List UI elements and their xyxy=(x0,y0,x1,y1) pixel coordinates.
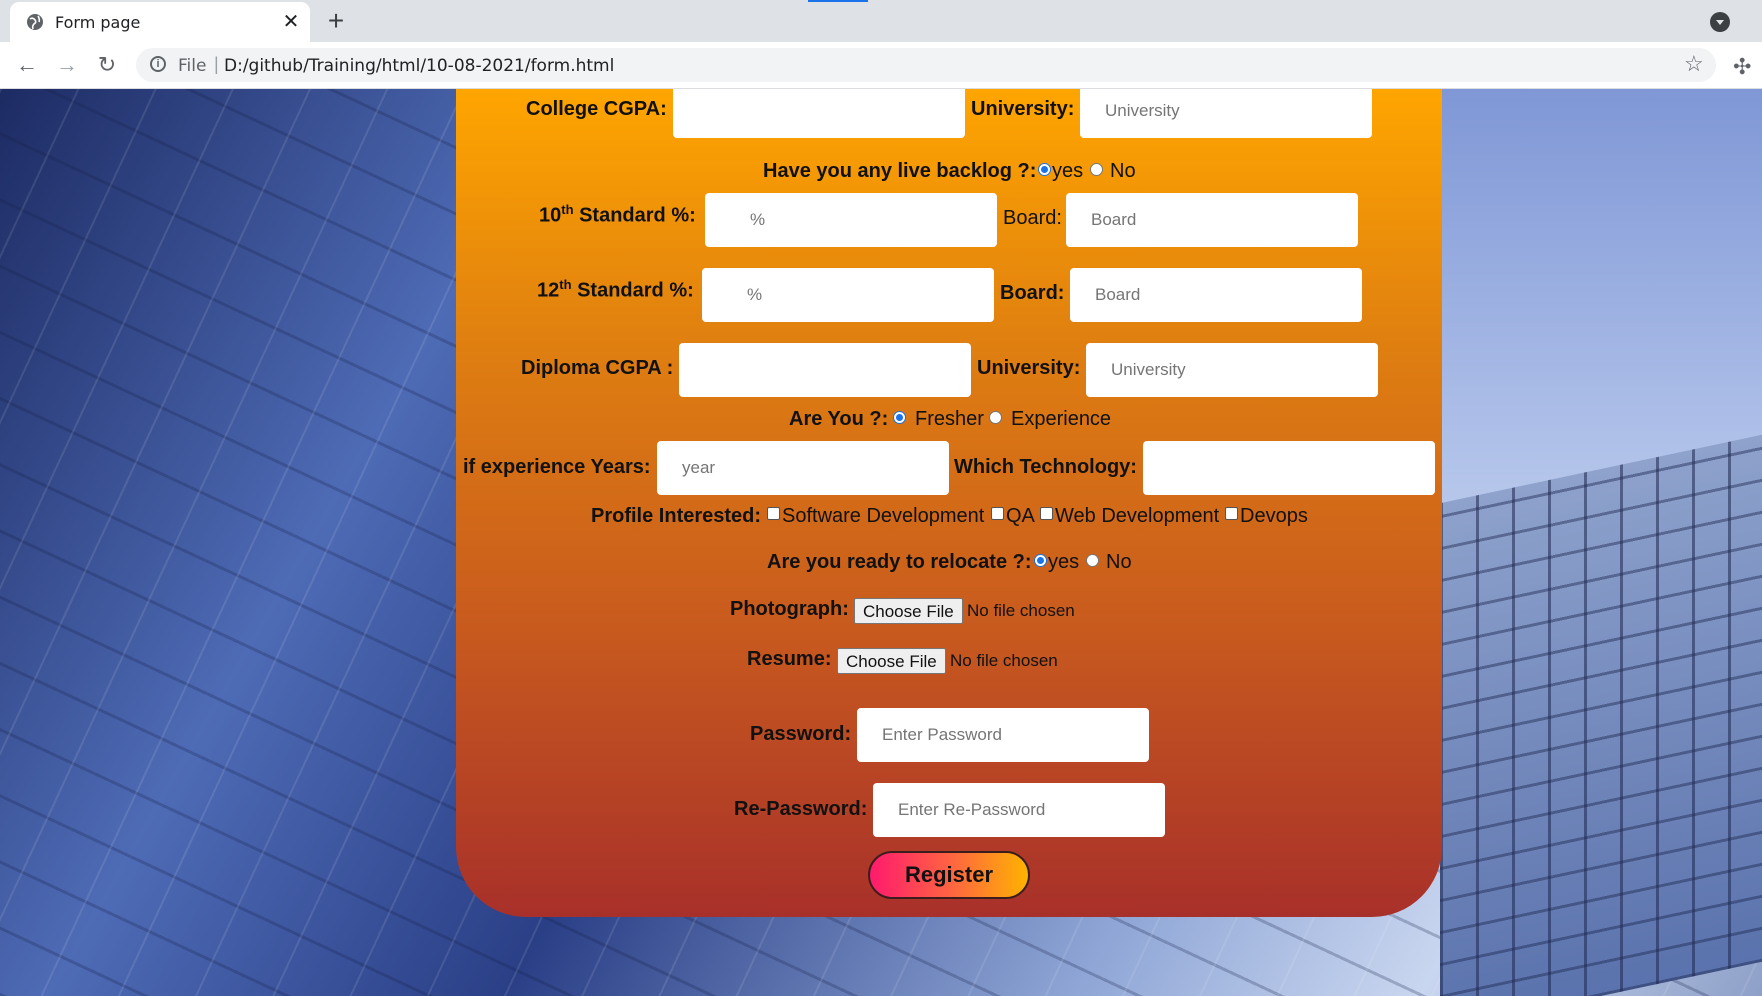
experience-years-placeholder: year xyxy=(682,458,716,477)
experience-years-input[interactable]: year xyxy=(657,441,949,495)
browser-toolbar: ← → ↻ i File | D:/github/Training/html/1… xyxy=(0,42,1762,89)
qa-label: QA xyxy=(1006,505,1035,527)
url-text[interactable]: D:/github/Training/html/10-08-2021/form.… xyxy=(224,56,614,76)
reload-icon[interactable]: ↻ xyxy=(94,52,120,78)
diploma-university-placeholder: University xyxy=(1111,360,1186,379)
college-cgpa-input[interactable] xyxy=(673,89,965,138)
photograph-file-status: No file chosen xyxy=(967,601,1075,620)
photograph-choose-file-button[interactable]: Choose File xyxy=(854,598,963,624)
tab-title: Form page xyxy=(55,13,141,32)
back-icon[interactable]: ← xyxy=(14,52,40,78)
forward-icon[interactable]: → xyxy=(54,52,80,78)
twelfth-label: 12th Standard %: xyxy=(537,277,694,302)
register-button[interactable]: Register xyxy=(868,851,1030,899)
repassword-placeholder: Enter Re-Password xyxy=(898,800,1046,819)
tenth-board-input[interactable]: Board xyxy=(1066,193,1358,247)
web-dev-label: Web Development xyxy=(1055,505,1220,527)
twelfth-board-label: Board: xyxy=(1000,282,1065,304)
resume-choose-file-button[interactable]: Choose File xyxy=(837,648,946,674)
twelfth-board-input[interactable]: Board xyxy=(1070,268,1362,322)
backlog-no-label: No xyxy=(1110,160,1136,182)
web-dev-checkbox[interactable] xyxy=(1040,507,1053,520)
backlog-yes-label: yes xyxy=(1052,160,1084,182)
globe-icon xyxy=(27,14,43,30)
password-input[interactable]: Enter Password xyxy=(857,708,1149,762)
password-placeholder: Enter Password xyxy=(882,725,1002,744)
registration-form: College CGPA: University: University Hav… xyxy=(456,89,1442,917)
devops-label: Devops xyxy=(1240,505,1308,527)
university-input[interactable]: University xyxy=(1080,89,1372,138)
url-separator: | xyxy=(214,54,219,74)
tab-strip: Form page ✕ + xyxy=(0,0,1762,42)
backlog-yes-radio[interactable] xyxy=(1038,163,1051,176)
tab-close-icon[interactable]: ✕ xyxy=(280,11,302,33)
twelfth-percent-placeholder: % xyxy=(747,285,763,304)
twelfth-percent-input[interactable]: % xyxy=(702,268,994,322)
university-placeholder: University xyxy=(1105,101,1180,120)
relocate-yes-label: yes xyxy=(1048,551,1080,573)
bookmark-star-icon[interactable]: ☆ xyxy=(1684,51,1704,77)
new-tab-icon[interactable]: + xyxy=(322,7,350,36)
extensions-icon[interactable]: ✣ xyxy=(1733,54,1751,80)
resume-file-status: No file chosen xyxy=(950,651,1058,670)
experience-radio[interactable] xyxy=(989,411,1002,424)
relocate-yes-radio[interactable] xyxy=(1034,554,1047,567)
backlog-label: Have you any live backlog ?: xyxy=(763,160,1037,182)
are-you-label: Are You ?: xyxy=(789,408,889,430)
tenth-percent-input[interactable]: % xyxy=(705,193,997,247)
qa-checkbox[interactable] xyxy=(991,507,1004,520)
tab-form-page[interactable]: Form page ✕ xyxy=(10,2,310,42)
tab-strip-indicator xyxy=(808,0,868,2)
address-bar[interactable]: i File | D:/github/Training/html/10-08-2… xyxy=(136,48,1716,82)
relocate-no-label: No xyxy=(1106,551,1132,573)
fresher-radio[interactable] xyxy=(893,411,906,424)
page-background: College CGPA: University: University Hav… xyxy=(0,89,1762,996)
resume-label: Resume: xyxy=(747,648,832,670)
repassword-label: Re-Password: xyxy=(734,798,868,820)
background-building xyxy=(1440,434,1762,996)
repassword-input[interactable]: Enter Re-Password xyxy=(873,783,1165,837)
password-label: Password: xyxy=(750,723,852,745)
profile-label: Profile Interested: xyxy=(591,505,762,527)
tenth-label: 10th Standard %: xyxy=(539,202,696,227)
twelfth-board-placeholder: Board xyxy=(1095,285,1141,304)
tab-search-icon[interactable] xyxy=(1710,12,1730,32)
devops-checkbox[interactable] xyxy=(1225,507,1238,520)
college-cgpa-label: College CGPA: xyxy=(526,98,667,120)
photograph-label: Photograph: xyxy=(730,598,849,620)
experience-years-label: if experience Years: xyxy=(463,456,651,478)
technology-label: Which Technology: xyxy=(954,456,1137,478)
diploma-cgpa-label: Diploma CGPA : xyxy=(521,357,674,379)
fresher-label: Fresher xyxy=(915,408,984,430)
tenth-percent-placeholder: % xyxy=(750,210,766,229)
relocate-label: Are you ready to relocate ?: xyxy=(767,551,1032,573)
technology-input[interactable] xyxy=(1143,441,1435,495)
software-dev-checkbox[interactable] xyxy=(767,507,780,520)
backlog-no-radio[interactable] xyxy=(1090,163,1103,176)
relocate-no-radio[interactable] xyxy=(1086,554,1099,567)
url-scheme: File xyxy=(178,56,207,76)
diploma-cgpa-input[interactable] xyxy=(679,343,971,397)
software-dev-label: Software Development xyxy=(782,505,985,527)
diploma-university-label: University: xyxy=(977,357,1081,379)
tenth-board-label: Board: xyxy=(1003,207,1062,229)
experience-label: Experience xyxy=(1011,408,1112,430)
info-icon[interactable]: i xyxy=(150,56,166,72)
diploma-university-input[interactable]: University xyxy=(1086,343,1378,397)
tenth-board-placeholder: Board xyxy=(1091,210,1137,229)
university-label: University: xyxy=(971,98,1075,120)
